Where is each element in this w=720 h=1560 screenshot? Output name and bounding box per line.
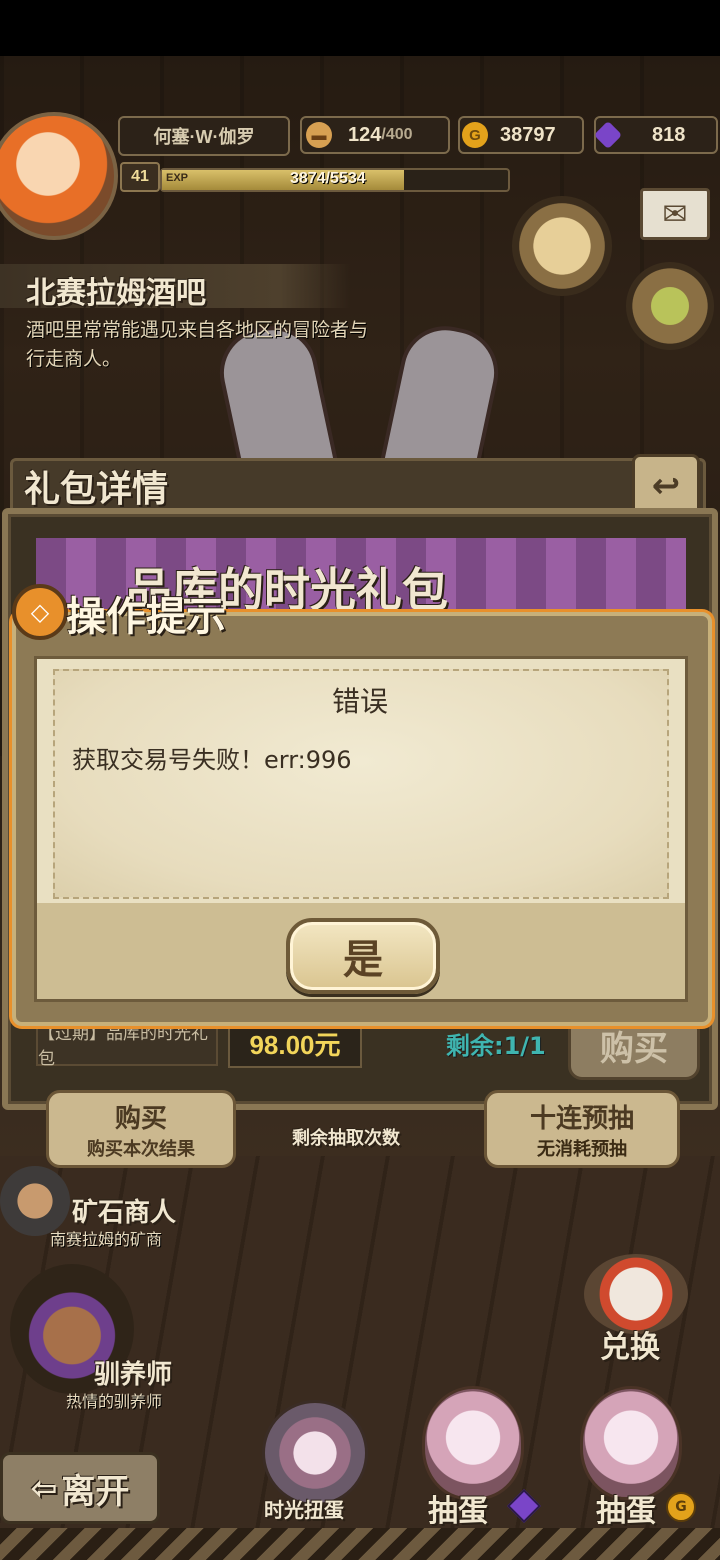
exp-text: 3874/5534 [290,170,366,187]
gold-value: 38797 [500,123,556,146]
time-gacha-icon[interactable] [262,1400,368,1506]
ten-draw-top: 十连预抽 [529,1103,634,1134]
gold-counter[interactable]: G 38797 [458,116,584,154]
location-name: 北赛拉姆酒吧 [26,276,206,311]
gem-draw-capsule-icon[interactable] [422,1386,524,1500]
bottom-border [0,1528,720,1560]
stamina-counter[interactable]: ▬ 124 /400 [300,116,450,154]
draws-left-label: 剩余抽取次数 [292,1128,400,1149]
gold-coin-icon-small: G [666,1492,696,1522]
quest-scroll-icon[interactable] [512,196,612,296]
left-arrow-icon: ⇦ [30,1469,58,1507]
mail-icon[interactable]: ✉ [640,188,710,240]
npc1-name[interactable]: 矿石商人 [72,1192,176,1229]
gift-remaining: 剩余:1/1 [446,1032,546,1060]
gold-coin-icon: G [462,122,488,148]
gem-value: 818 [652,123,686,146]
npc2-desc: 热情的驯养师 [66,1392,163,1411]
exp-label: EXP [166,172,189,184]
alert-badge-icon: ◇ [12,584,68,640]
leave-button[interactable]: ⇦ 离开 [0,1452,160,1524]
player-level: 41 [120,162,160,192]
dialog-title: 错误 [331,685,388,718]
gold-draw-capsule-icon[interactable] [580,1386,682,1500]
leave-label: 离开 [61,1471,130,1512]
ten-draw-sub: 无消耗预抽 [537,1138,627,1160]
gift-tag: 【过期】品库的时光礼包 [36,1022,218,1069]
dialog-message: 获取交易号失败！err:996 [72,746,352,774]
ten-draw-button[interactable]: 十连预抽 无消耗预抽 [484,1090,680,1168]
npc2-name[interactable]: 驯养师 [94,1354,172,1391]
location-description: 酒吧里常常能遇见来自各地区的冒险者与行走商人。 [26,319,369,370]
backpack-icon[interactable] [626,262,714,350]
gem-counter[interactable]: 818 [593,116,718,154]
gift-panel-title: 礼包详情 [24,468,169,510]
stamina-value: 124 [348,123,382,146]
dialog-tab-title: 操作提示 [66,593,226,640]
buy-result-top: 购买 [114,1103,167,1134]
exchange-label[interactable]: 兑换 [600,1322,660,1366]
buy-result-sub: 购买本次结果 [87,1138,195,1160]
buy-result-button[interactable]: 购买 购买本次结果 [46,1090,236,1168]
gem-icon [593,120,623,150]
time-draw-label[interactable]: 时光扭蛋 [264,1494,344,1523]
status-bar [0,0,720,56]
draw-label-gem[interactable]: 抽蛋 [428,1486,488,1530]
stamina-max: /400 [381,126,413,143]
confirm-yes-button[interactable]: 是 [286,918,440,994]
bread-icon: ▬ [306,122,332,148]
player-name: 何塞·W·伽罗 [118,116,290,156]
npc1-desc: 南赛拉姆的矿商 [50,1230,163,1249]
draw-label-gold[interactable]: 抽蛋 [596,1486,656,1530]
exp-bar: EXP 3874/5534 [160,168,510,192]
